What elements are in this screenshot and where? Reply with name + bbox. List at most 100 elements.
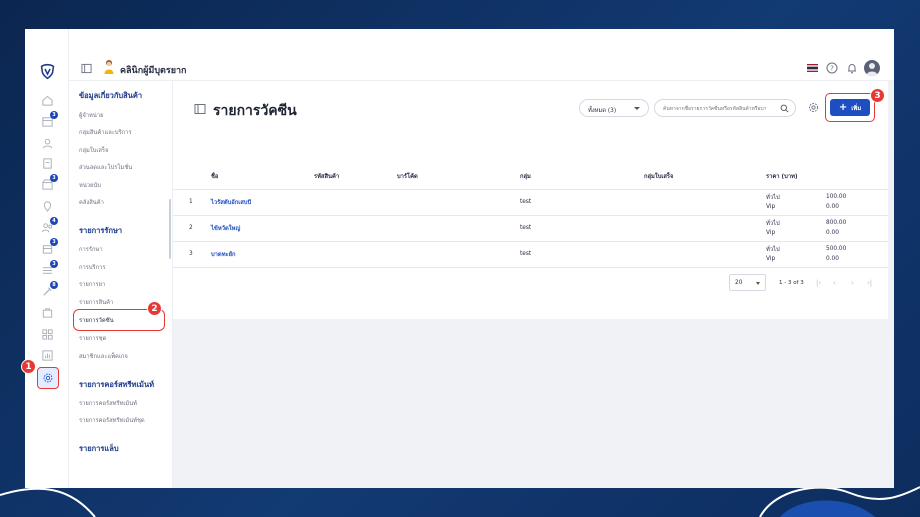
- help-icon[interactable]: ?: [826, 62, 838, 74]
- table-row[interactable]: 1 ไวรัสตับอักเสบบี test ทั่วไป 100.00 Vip 0.00: [173, 189, 888, 216]
- syringe-icon[interactable]: 8: [41, 281, 58, 298]
- rail-badge: 3: [50, 111, 58, 119]
- add-vaccine-button[interactable]: + เพิ่ม: [830, 99, 870, 116]
- menu-item-services[interactable]: การบริการ: [79, 262, 106, 272]
- price-line: Vip 0.00: [766, 202, 888, 212]
- price-line: ทั่วไป 100.00: [766, 192, 888, 202]
- user-avatar[interactable]: [864, 60, 880, 76]
- row-receipt-group: [644, 241, 766, 268]
- row-name[interactable]: ไวรัสตับอักเสบบี: [211, 189, 314, 216]
- rail-badge: 3: [50, 260, 58, 268]
- col-index: [173, 163, 211, 190]
- bell-icon[interactable]: [846, 62, 858, 74]
- report-icon[interactable]: [41, 349, 54, 362]
- filter-value: ทั้งหมด (3): [588, 108, 617, 114]
- menu-item-warehouse[interactable]: คลังสินค้า: [79, 197, 104, 207]
- menu-item-supplier[interactable]: ผู้จำหน่าย: [79, 110, 103, 120]
- step-marker-3: 3: [870, 88, 885, 103]
- page-title: รายการวัคซีน: [213, 103, 297, 119]
- document-icon[interactable]: [41, 157, 54, 170]
- step-marker-1: 1: [21, 359, 36, 374]
- col-receipt-group[interactable]: กลุ่มใบเสร็จ: [644, 163, 766, 190]
- step-marker-2: 2: [147, 301, 162, 316]
- row-prices: ทั่วไป 800.00 Vip 0.00: [766, 215, 888, 242]
- prev-page-icon[interactable]: ‹: [833, 279, 836, 287]
- menu-scrollbar[interactable]: [169, 199, 171, 259]
- search-input[interactable]: [663, 103, 781, 114]
- rail-badge: 3: [50, 238, 58, 246]
- panel-icon: [194, 104, 206, 114]
- clinic-name: คลินิกผู้มีบุตรยาก: [120, 66, 187, 76]
- last-page-icon[interactable]: ›|: [867, 279, 872, 287]
- menu-item-medicines[interactable]: รายการยา: [79, 279, 105, 289]
- col-name[interactable]: ชื่อ: [211, 163, 314, 190]
- row-sku: [314, 215, 397, 242]
- price-value: 0.00: [826, 204, 839, 210]
- table-row[interactable]: 3 บาดทะยัก test ทั่วไป 500.00 Vip 0.00: [173, 241, 888, 268]
- row-prices: ทั่วไป 500.00 Vip 0.00: [766, 241, 888, 268]
- chevron-down-icon: [756, 282, 760, 285]
- row-receipt-group: [644, 215, 766, 242]
- menu-item-course-sets[interactable]: รายการคอร์สทรีทเม้นท์ชุด: [79, 415, 145, 425]
- price-value: 800.00: [826, 220, 847, 226]
- col-sku[interactable]: รหัสสินค้า: [314, 163, 397, 190]
- user-icon[interactable]: [41, 137, 54, 150]
- calendar-icon[interactable]: 3: [41, 111, 58, 128]
- people-icon[interactable]: 4: [41, 217, 58, 234]
- table-row[interactable]: 2 ไข้หวัดใหญ่ test ทั่วไป 800.00 Vip 0.00: [173, 215, 888, 242]
- home-icon[interactable]: [41, 94, 54, 107]
- menu-item-packages[interactable]: สมาชิกและแพ็คเกจ: [79, 351, 128, 361]
- thai-flag-icon[interactable]: [807, 64, 818, 72]
- add-button-highlight: + เพิ่ม: [825, 93, 875, 122]
- store-icon[interactable]: 3: [41, 174, 58, 191]
- vaccine-table: ชื่อ รหัสสินค้า บาร์โค้ด กลุ่ม กลุ่มใบเส…: [173, 163, 888, 268]
- plus-icon: +: [838, 101, 848, 113]
- menu-item-units[interactable]: หน่วยนับ: [79, 180, 101, 190]
- next-page-icon[interactable]: ›: [851, 279, 854, 287]
- search-box[interactable]: [654, 99, 796, 117]
- menu-item-treatment[interactable]: การรักษา: [79, 244, 103, 254]
- price-line: Vip 0.00: [766, 228, 888, 238]
- row-name[interactable]: บาดทะยัก: [211, 241, 314, 268]
- rail-badge: 4: [50, 217, 58, 225]
- status-filter-select[interactable]: ทั้งหมด (3): [579, 99, 649, 117]
- menu-item-courses[interactable]: รายการคอร์สทรีทเม้นท์: [79, 398, 137, 408]
- settings-rail-button[interactable]: [37, 367, 59, 389]
- search-icon[interactable]: [780, 104, 789, 113]
- menu-item-sets[interactable]: รายการชุด: [79, 333, 106, 343]
- price-value: 500.00: [826, 246, 847, 252]
- panel-toggle-icon[interactable]: [81, 63, 92, 74]
- price-tier-label: ทั่วไป: [766, 247, 780, 253]
- first-page-icon[interactable]: |‹: [816, 279, 821, 287]
- bag-icon[interactable]: [41, 306, 54, 319]
- menu-group-courses: รายการคอร์สทรีทเม้นท์: [79, 380, 155, 389]
- row-receipt-group: [644, 189, 766, 216]
- menu-item-discounts[interactable]: ส่วนลดและโปรโมชั่น: [79, 162, 132, 172]
- gear-icon[interactable]: [808, 102, 819, 113]
- page-range: 1 - 3 of 3: [779, 280, 804, 286]
- gear-icon: [43, 373, 53, 383]
- row-index: 1: [173, 189, 211, 216]
- price-tier-label: Vip: [766, 256, 776, 262]
- menu-item-products[interactable]: รายการสินค้า: [79, 297, 113, 307]
- grid-icon[interactable]: [41, 328, 54, 341]
- col-barcode[interactable]: บาร์โค้ด: [397, 163, 520, 190]
- page-size-value: 20: [735, 280, 743, 286]
- price-tier-label: ทั่วไป: [766, 195, 780, 201]
- col-price[interactable]: ราคา (บาท): [766, 163, 888, 190]
- location-icon[interactable]: [41, 200, 54, 213]
- icon-rail: 3 3 4 3 3 8: [25, 29, 69, 488]
- chevron-down-icon: [634, 107, 640, 110]
- menu-item-product-groups[interactable]: กลุ่มสินค้าและบริการ: [79, 127, 132, 137]
- box-icon[interactable]: 3: [41, 238, 58, 255]
- row-name[interactable]: ไข้หวัดใหญ่: [211, 215, 314, 242]
- row-sku: [314, 241, 397, 268]
- menu-item-receipt-groups[interactable]: กลุ่มใบเสร็จ: [79, 145, 108, 155]
- row-barcode: [397, 189, 520, 216]
- price-line: Vip 0.00: [766, 254, 888, 264]
- col-group[interactable]: กลุ่ม: [520, 163, 644, 190]
- list-icon[interactable]: 3: [41, 260, 58, 277]
- page-size-select[interactable]: 20: [729, 274, 766, 291]
- add-button-label: เพิ่ม: [851, 104, 862, 112]
- row-sku: [314, 189, 397, 216]
